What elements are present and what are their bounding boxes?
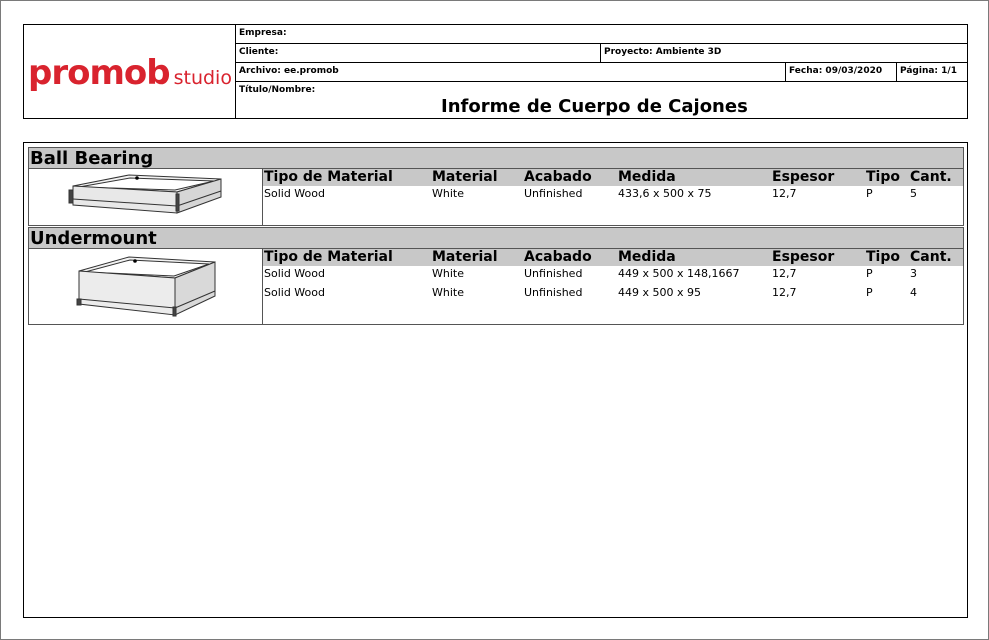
drawer-thumbnail <box>29 169 263 225</box>
section-title: Undermount <box>28 227 964 249</box>
cell-acabado: Unfinished <box>524 286 583 299</box>
cell-tipo: P <box>866 187 873 200</box>
cell-material: White <box>432 187 464 200</box>
cell-cant: 5 <box>910 187 917 200</box>
fecha-label: Fecha: 09/03/2020 <box>786 63 897 81</box>
col-header-tipo-material: Tipo de Material <box>264 169 393 185</box>
logo-sub-text: studio <box>173 67 232 89</box>
col-header-cant: Cant. <box>910 249 952 265</box>
cliente-label: Cliente: <box>236 44 601 62</box>
cell-cant: 3 <box>910 267 917 280</box>
col-header-material: Material <box>432 169 498 185</box>
table-header: Tipo de Material Material Acabado Medida… <box>263 249 963 266</box>
col-header-cant: Cant. <box>910 169 952 185</box>
col-header-tipo: Tipo <box>866 169 900 185</box>
cell-medida: 449 x 500 x 95 <box>618 286 701 299</box>
col-header-medida: Medida <box>618 169 676 185</box>
col-header-acabado: Acabado <box>524 169 592 185</box>
cliente-row: Cliente: Proyecto: Ambiente 3D <box>236 44 968 63</box>
cell-tipo-material: Solid Wood <box>264 187 325 200</box>
section-body: Tipo de Material Material Acabado Medida… <box>28 169 964 226</box>
cell-espesor: 12,7 <box>772 286 797 299</box>
col-header-espesor: Espesor <box>772 249 835 265</box>
logo-cell: promob studio <box>24 25 236 118</box>
drawer-thumbnail <box>29 249 263 324</box>
section-body: Tipo de Material Material Acabado Medida… <box>28 249 964 325</box>
table-row: Solid Wood White Unfinished 449 x 500 x … <box>263 267 963 286</box>
promob-logo: promob studio <box>28 53 232 93</box>
report-body: Ball Bearing Tipo de Material Material A… <box>23 142 968 618</box>
cell-medida: 449 x 500 x 148,1667 <box>618 267 740 280</box>
ball-bearing-drawer-image <box>68 174 222 214</box>
col-header-tipo-material: Tipo de Material <box>264 249 393 265</box>
table-header: Tipo de Material Material Acabado Medida… <box>263 169 963 186</box>
table-row: Solid Wood White Unfinished 433,6 x 500 … <box>263 187 963 206</box>
col-header-espesor: Espesor <box>772 169 835 185</box>
cell-espesor: 12,7 <box>772 267 797 280</box>
logo-brand-text: promob <box>28 53 171 93</box>
col-header-medida: Medida <box>618 249 676 265</box>
section-title: Ball Bearing <box>28 147 964 169</box>
cell-cant: 4 <box>910 286 917 299</box>
cell-tipo-material: Solid Wood <box>264 286 325 299</box>
cell-tipo: P <box>866 286 873 299</box>
cell-espesor: 12,7 <box>772 187 797 200</box>
section-undermount: Undermount Tipo de Material Material Aca… <box>28 227 964 327</box>
col-header-acabado: Acabado <box>524 249 592 265</box>
cell-tipo: P <box>866 267 873 280</box>
titulo-label: Título/Nombre: <box>239 85 316 95</box>
report-header: promob studio Empresa: Cliente: Proyecto:… <box>23 24 968 119</box>
empresa-label: Empresa: <box>239 28 287 38</box>
archivo-label: Archivo: ee.promob <box>236 63 786 81</box>
cell-material: White <box>432 267 464 280</box>
col-header-tipo: Tipo <box>866 249 900 265</box>
cell-acabado: Unfinished <box>524 187 583 200</box>
titulo-row: Título/Nombre: Informe de Cuerpo de Cajo… <box>236 82 968 118</box>
report-title: Informe de Cuerpo de Cajones <box>441 96 748 117</box>
cell-medida: 433,6 x 500 x 75 <box>618 187 712 200</box>
table-row: Solid Wood White Unfinished 449 x 500 x … <box>263 286 963 305</box>
section-ball-bearing: Ball Bearing Tipo de Material Material A… <box>28 147 964 230</box>
empresa-row: Empresa: <box>236 25 968 44</box>
undermount-drawer-image <box>76 256 216 317</box>
col-header-material: Material <box>432 249 498 265</box>
archivo-row: Archivo: ee.promob Fecha: 09/03/2020 Pág… <box>236 63 968 82</box>
cell-acabado: Unfinished <box>524 267 583 280</box>
cell-tipo-material: Solid Wood <box>264 267 325 280</box>
proyecto-label: Proyecto: Ambiente 3D <box>604 47 722 57</box>
cell-material: White <box>432 286 464 299</box>
pagina-label: Página: 1/1 <box>900 66 957 76</box>
